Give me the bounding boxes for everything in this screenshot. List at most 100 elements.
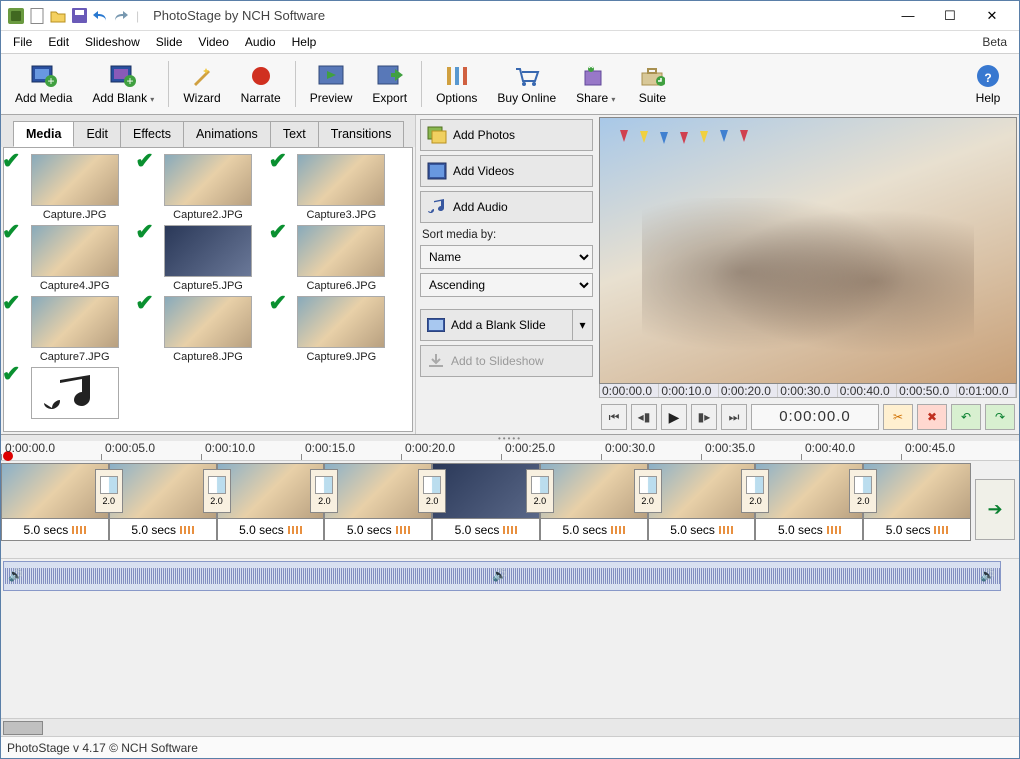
menu-slideshow[interactable]: Slideshow: [77, 33, 148, 51]
suite-button[interactable]: Suite: [625, 59, 679, 109]
tab-transitions[interactable]: Transitions: [318, 121, 405, 147]
add-blank-icon: +: [110, 63, 136, 89]
media-thumb[interactable]: ✔Capture6.JPG: [277, 225, 406, 292]
export-button[interactable]: Export: [362, 59, 417, 109]
tab-text[interactable]: Text: [270, 121, 319, 147]
menu-slide[interactable]: Slide: [148, 33, 191, 51]
scale-tick: 0:00:00.0: [600, 384, 659, 397]
preview-viewport[interactable]: [599, 117, 1017, 384]
clip-duration[interactable]: 5.0 secs: [324, 519, 432, 541]
transition[interactable]: 2.0: [203, 469, 231, 513]
menu-edit[interactable]: Edit: [40, 33, 77, 51]
save-icon[interactable]: [70, 7, 88, 25]
timeline-clip[interactable]: 5.0 secs2.0: [540, 463, 648, 556]
goto-end-button[interactable]: ⏭: [721, 404, 747, 430]
timeline-clip[interactable]: 5.0 secs2.0: [324, 463, 432, 556]
delete-button[interactable]: ✖: [917, 404, 947, 430]
menu-file[interactable]: File: [5, 33, 40, 51]
clip-duration[interactable]: 5.0 secs: [1, 519, 109, 541]
play-button[interactable]: ▶: [661, 404, 687, 430]
timeline-undo-button[interactable]: ↶: [951, 404, 981, 430]
media-thumb[interactable]: ✔Capture7.JPG: [10, 296, 139, 363]
split-button[interactable]: ✂: [883, 404, 913, 430]
timeline-clip[interactable]: 5.0 secs2.0: [432, 463, 540, 556]
clip-duration[interactable]: 5.0 secs: [109, 519, 217, 541]
clip-duration[interactable]: 5.0 secs: [755, 519, 863, 541]
timeline-clip[interactable]: 5.0 secs2.0: [1, 463, 109, 556]
open-icon[interactable]: [49, 7, 67, 25]
redo-icon[interactable]: [112, 7, 130, 25]
media-thumb[interactable]: ✔Capture5.JPG: [143, 225, 272, 292]
clip-duration[interactable]: 5.0 secs: [863, 519, 971, 541]
window-controls: — ☐ ✕: [887, 2, 1013, 30]
add-videos-button[interactable]: Add Videos: [420, 155, 593, 187]
media-thumb[interactable]: ✔Capture2.JPG: [143, 154, 272, 221]
preview-button[interactable]: Preview: [300, 59, 363, 109]
timeline-add-button[interactable]: ➔: [975, 479, 1015, 540]
clip-duration[interactable]: 5.0 secs: [432, 519, 540, 541]
timeline-clip[interactable]: 5.0 secs2.0: [109, 463, 217, 556]
share-button[interactable]: Share ▾: [566, 59, 625, 109]
timeline-clip[interactable]: 5.0 secs2.0: [755, 463, 863, 556]
menu-video[interactable]: Video: [190, 33, 236, 51]
sort-by-select[interactable]: Name: [420, 245, 593, 269]
timeline-redo-button[interactable]: ↷: [985, 404, 1015, 430]
close-button[interactable]: ✕: [971, 2, 1013, 30]
tab-effects[interactable]: Effects: [120, 121, 184, 147]
thumb-image: [164, 225, 252, 277]
narrate-button[interactable]: Narrate: [231, 59, 291, 109]
step-forward-button[interactable]: ▮▸: [691, 404, 717, 430]
sort-dir-select[interactable]: Ascending: [420, 273, 593, 297]
timeline-audio-track[interactable]: 🔊 🔊 🔊: [3, 561, 1001, 591]
tab-media[interactable]: Media: [13, 121, 74, 147]
timeline-ruler[interactable]: 0:00:00.00:00:05.00:00:10.00:00:15.00:00…: [1, 441, 1019, 461]
transition[interactable]: 2.0: [526, 469, 554, 513]
add-blank-slide-button[interactable]: Add a Blank Slide: [420, 309, 573, 341]
transition[interactable]: 2.0: [849, 469, 877, 513]
media-thumb[interactable]: ✔Capture.JPG: [10, 154, 139, 221]
wizard-button[interactable]: Wizard: [173, 59, 230, 109]
add-blank-button[interactable]: +Add Blank ▾: [82, 59, 164, 109]
minimize-button[interactable]: —: [887, 2, 929, 30]
media-thumb[interactable]: ✔Capture3.JPG: [277, 154, 406, 221]
media-thumb[interactable]: ✔Capture9.JPG: [277, 296, 406, 363]
menu-audio[interactable]: Audio: [237, 33, 284, 51]
media-thumb[interactable]: ✔Capture8.JPG: [143, 296, 272, 363]
add-photos-button[interactable]: Add Photos: [420, 119, 593, 151]
scrollbar-thumb[interactable]: [3, 721, 43, 735]
help-button[interactable]: ?Help: [961, 59, 1015, 109]
transition[interactable]: 2.0: [310, 469, 338, 513]
goto-start-button[interactable]: ⏮: [601, 404, 627, 430]
media-thumb-audio[interactable]: ✔: [10, 367, 139, 419]
tab-animations[interactable]: Animations: [183, 121, 271, 147]
timeline-clip[interactable]: 5.0 secs: [863, 463, 971, 556]
timeline-clip[interactable]: 5.0 secs2.0: [648, 463, 756, 556]
undo-icon[interactable]: [91, 7, 109, 25]
clip-duration[interactable]: 5.0 secs: [540, 519, 648, 541]
preview-time-scale[interactable]: 0:00:00.00:00:10.00:00:20.00:00:30.00:00…: [599, 384, 1017, 398]
media-thumb[interactable]: ✔Capture4.JPG: [10, 225, 139, 292]
clip-duration[interactable]: 5.0 secs: [217, 519, 325, 541]
suite-icon: [639, 63, 665, 89]
app-icon[interactable]: [7, 7, 25, 25]
tab-edit[interactable]: Edit: [73, 121, 121, 147]
timeline-scrollbar[interactable]: [1, 718, 1019, 736]
timeline-video-track[interactable]: 5.0 secs2.05.0 secs2.05.0 secs2.05.0 sec…: [1, 461, 1019, 559]
timeline-clip[interactable]: 5.0 secs2.0: [217, 463, 325, 556]
clip-duration[interactable]: 5.0 secs: [648, 519, 756, 541]
add-audio-button[interactable]: Add Audio: [420, 191, 593, 223]
step-back-button[interactable]: ◂▮: [631, 404, 657, 430]
add-media-button[interactable]: +Add Media: [5, 59, 82, 109]
menu-help[interactable]: Help: [284, 33, 325, 51]
options-button[interactable]: Options: [426, 59, 487, 109]
add-blank-dropdown[interactable]: ▾: [573, 309, 593, 341]
new-icon[interactable]: [28, 7, 46, 25]
transition[interactable]: 2.0: [634, 469, 662, 513]
maximize-button[interactable]: ☐: [929, 2, 971, 30]
add-to-slideshow-button[interactable]: Add to Slideshow: [420, 345, 593, 377]
transition[interactable]: 2.0: [95, 469, 123, 513]
transition[interactable]: 2.0: [741, 469, 769, 513]
thumb-image: [297, 296, 385, 348]
transition[interactable]: 2.0: [418, 469, 446, 513]
buy-online-button[interactable]: Buy Online: [487, 59, 566, 109]
